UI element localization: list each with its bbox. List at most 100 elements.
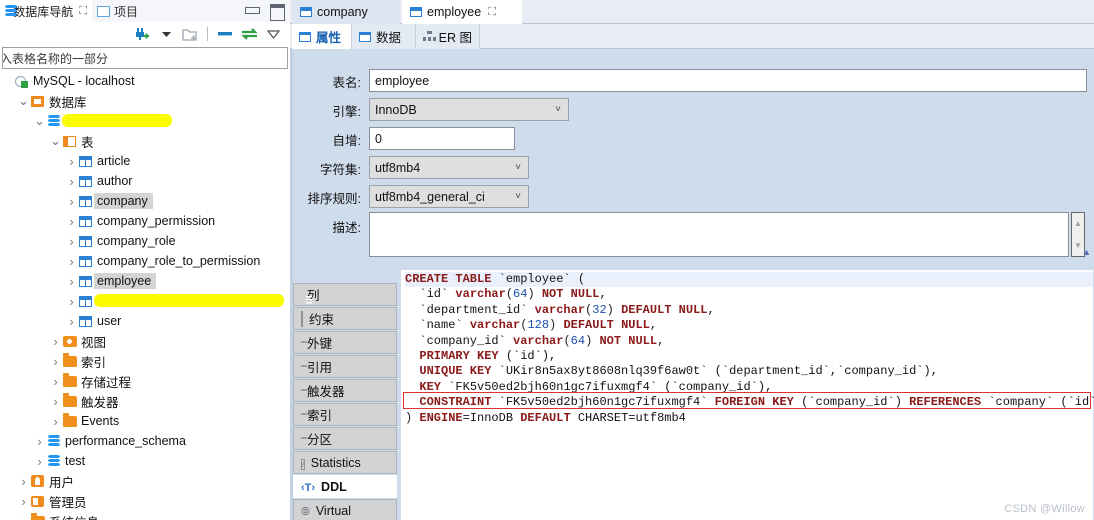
section-tab-Virtual[interactable]: ⦾ Virtual: [293, 499, 397, 520]
ddl-line: `company_id` varchar(64) NOT NULL,: [405, 334, 1093, 349]
chevron-right-icon[interactable]: ›: [18, 494, 29, 509]
spinner-down-icon[interactable]: ▼: [1074, 241, 1082, 250]
tree-item-redacted[interactable]: ⌄: [0, 111, 290, 131]
tree-item-article[interactable]: › article: [0, 151, 290, 171]
tree-item-[interactable]: › 视图: [0, 331, 290, 351]
tree-item-[interactable]: ⌄ 数据库: [0, 91, 290, 111]
tree-item-[interactable]: › 触发器: [0, 391, 290, 411]
chevron-right-icon[interactable]: ›: [66, 194, 77, 209]
virtual-icon: ⦾: [301, 505, 310, 518]
tree-item-employee[interactable]: › employee: [0, 271, 290, 291]
database-tree[interactable]: MySQL - localhost ⌄ 数据库 ⌄ ⌄ 表 › article › author ›…: [0, 71, 290, 520]
section-tab-[interactable]: 列: [293, 283, 397, 306]
chevron-right-icon[interactable]: ›: [34, 434, 45, 449]
section-tab-[interactable]: 约束: [293, 307, 397, 330]
tab-data[interactable]: 数据: [352, 24, 416, 49]
tree-item-redacted[interactable]: ›: [0, 291, 290, 311]
table-name-input[interactable]: employee: [369, 69, 1087, 92]
chevron-right-icon[interactable]: ›: [50, 414, 61, 429]
redaction-highlight: [94, 294, 284, 307]
engine-select[interactable]: InnoDB ˅: [369, 98, 569, 121]
tree-item-[interactable]: ⌄ 表: [0, 131, 290, 151]
folder-plus-icon[interactable]: [179, 24, 201, 44]
minus-icon[interactable]: [214, 24, 236, 44]
ddl-token: 64: [513, 287, 528, 302]
section-tab-[interactable]: 分区: [293, 427, 397, 450]
chevron-right-icon[interactable]: ›: [18, 474, 29, 489]
chevron-down-icon[interactable]: [155, 24, 177, 44]
tab-properties[interactable]: 属性: [292, 24, 352, 49]
tab-er-diagram[interactable]: ER 图: [416, 24, 480, 49]
editor-tab-company[interactable]: company: [292, 0, 400, 24]
chevron-right-icon[interactable]: ›: [50, 334, 61, 349]
close-icon[interactable]: ⛶: [488, 6, 496, 19]
table-section-tabs[interactable]: 列约束 外键 引用 触发器 索引 分区 i Statistics ‹T› DDL ⦾ Virtual: [293, 283, 397, 520]
tab-database-navigator[interactable]: 数据库导航 ⛶: [0, 0, 92, 22]
ddl-token: ): [606, 302, 622, 317]
plug-plus-icon[interactable]: [131, 24, 153, 44]
tree-item-user[interactable]: › user: [0, 311, 290, 331]
editor-tab-employee[interactable]: employee ⛶: [402, 0, 522, 24]
chevron-down-icon[interactable]: ⌄: [18, 94, 29, 107]
chevron-right-icon[interactable]: ›: [66, 254, 77, 269]
tree-item-[interactable]: › 管理员: [0, 491, 290, 511]
chevron-right-icon[interactable]: ›: [50, 354, 61, 369]
chevron-right-icon[interactable]: ›: [66, 174, 77, 189]
section-tab-[interactable]: 引用: [293, 355, 397, 378]
chevron-right-icon[interactable]: ›: [50, 394, 61, 409]
sync-arrows-icon[interactable]: [238, 24, 260, 44]
section-tab-[interactable]: 触发器: [293, 379, 397, 402]
tree-item-MySQLlocalhost[interactable]: MySQL - localhost: [0, 71, 290, 91]
folder-icon: [61, 413, 78, 427]
chevron-right-icon[interactable]: ›: [66, 234, 77, 249]
tree-item-[interactable]: › 存储过程: [0, 371, 290, 391]
tree-item-[interactable]: › 用户: [0, 471, 290, 491]
triangle-down-icon[interactable]: [262, 24, 284, 44]
ddl-line: CREATE TABLE `employee` (: [405, 272, 1093, 288]
tree-item-company_role[interactable]: › company_role: [0, 231, 290, 251]
table-icon: [77, 195, 94, 207]
tree-item-company_permission[interactable]: › company_permission: [0, 211, 290, 231]
chevron-right-icon[interactable]: ›: [66, 274, 77, 289]
ddl-icon: ‹T›: [301, 481, 316, 494]
chevron-right-icon[interactable]: ›: [66, 214, 77, 229]
search-input[interactable]: 入表格名称的一部分: [2, 47, 288, 69]
maximize-icon[interactable]: [269, 3, 285, 21]
app-window: 数据库导航 ⛶ 项目 入表格名称的一部分 MySQL - localhost ⌄…: [0, 0, 1094, 520]
tree-item-Events[interactable]: › Events: [0, 411, 290, 431]
chevron-down-icon[interactable]: ⌄: [50, 134, 61, 147]
tree-item-[interactable]: › 索引: [0, 351, 290, 371]
chevron-right-icon[interactable]: ›: [66, 294, 77, 309]
close-icon[interactable]: ⛶: [79, 5, 87, 18]
section-tab-Statistics[interactable]: i Statistics: [293, 451, 397, 474]
ddl-token: `id`: [405, 287, 456, 302]
charset-select[interactable]: utf8mb4 ˅: [369, 156, 529, 179]
tree-item-company_role_to_permission[interactable]: › company_role_to_permission: [0, 251, 290, 271]
ddl-code-view[interactable]: CREATE TABLE `employee` ( `id` varchar(6…: [401, 270, 1094, 460]
auto-increment-input[interactable]: 0: [369, 127, 515, 150]
chevron-right-icon[interactable]: ›: [66, 154, 77, 169]
auto-increment-value: 0: [375, 131, 382, 146]
section-tab-[interactable]: 索引: [293, 403, 397, 426]
collation-select[interactable]: utf8mb4_general_ci ˅: [369, 185, 529, 208]
tree-item-performance_schema[interactable]: › performance_schema: [0, 431, 290, 451]
chevron-right-icon[interactable]: ›: [50, 374, 61, 389]
chevron-down-icon[interactable]: ⌄: [34, 114, 45, 127]
data-grid-icon: [359, 31, 371, 42]
spinner-up-icon[interactable]: ▲: [1074, 219, 1082, 228]
tree-item-test[interactable]: › test: [0, 451, 290, 471]
section-tab-[interactable]: 外键: [293, 331, 397, 354]
chevron-right-icon[interactable]: ›: [66, 314, 77, 329]
description-textarea[interactable]: [369, 212, 1069, 257]
tree-item-author[interactable]: › author: [0, 171, 290, 191]
panel-collapse-icon[interactable]: ▲: [1082, 247, 1091, 257]
chevron-right-icon[interactable]: ›: [18, 514, 29, 520]
section-tab-DDL[interactable]: ‹T› DDL: [293, 475, 397, 498]
tree-item-company[interactable]: › company: [0, 191, 290, 211]
minimize-icon[interactable]: [244, 3, 260, 17]
ddl-token: (: [505, 287, 514, 302]
chevron-right-icon[interactable]: ›: [34, 454, 45, 469]
tree-item-[interactable]: › 系统信息: [0, 511, 290, 520]
tab-project[interactable]: 项目: [92, 0, 184, 22]
folder-icon: [61, 393, 78, 407]
